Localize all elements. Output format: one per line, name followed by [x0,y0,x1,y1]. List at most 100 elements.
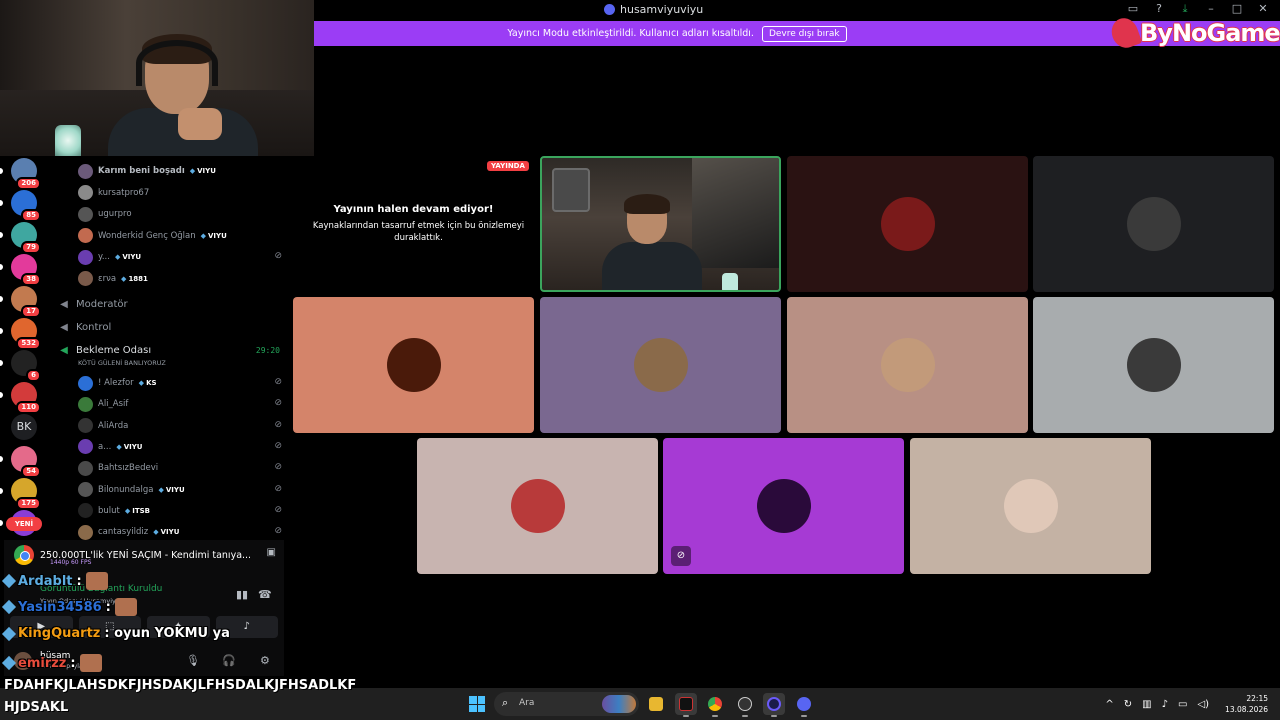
avatar [880,338,935,392]
microphone-icon[interactable]: 🎙 [186,654,200,667]
disconnect-icon[interactable]: ☎ [258,588,272,601]
taskbar-browser[interactable] [763,693,785,717]
mention-badge: 17 [21,305,41,318]
participant-tile[interactable]: ⊘ [663,438,904,574]
unread-pill [0,456,3,462]
close-icon[interactable]: ✕ [1256,2,1270,16]
server-rail: 206 85 79 38 17 532 6 110 BK 54 175 [0,156,46,540]
taskbar-app[interactable] [734,693,756,717]
help-icon[interactable]: ? [1152,2,1166,16]
participant-tile[interactable] [787,156,1028,292]
avatar[interactable] [14,652,32,670]
chrome-icon [708,697,722,711]
chevron-up-icon[interactable]: ^ [1105,699,1113,710]
participant-tile[interactable] [1033,297,1274,433]
taskbar-obs[interactable] [675,693,697,717]
speaker-icon: ◀ [60,321,68,333]
speaker-icon: ◀ [60,344,68,356]
mute-icon: ⊘ [274,419,282,430]
voice-member[interactable]: BahtsızBedevi [78,459,278,477]
voice-member[interactable]: kursatpro67 [78,184,278,202]
headphones-icon[interactable]: 🎧 [222,654,236,667]
guild-tag: ◆ VIYU [159,486,185,494]
participant-tile[interactable] [417,438,658,574]
server-icon-8[interactable]: 110 [11,382,41,414]
voice-channel[interactable]: ◀ Kontrol [58,318,282,336]
disable-streamer-mode-button[interactable]: Devre dışı bırak [761,25,847,42]
server-icon-11[interactable]: 175 [11,478,41,510]
server-icon-7[interactable]: 6 [11,350,41,382]
minimize-icon[interactable]: – [1204,2,1218,16]
voice-member[interactable]: Ali_Asif [78,395,278,413]
connection-status[interactable]: Görüntülü Bağlantı Kuruldu [40,584,162,594]
new-badge: YENİ [6,517,42,531]
avatar [78,163,93,179]
settings-gear-icon[interactable]: ⚙ [260,654,270,667]
signal-icon[interactable]: ▮▮ [236,588,248,601]
participant-tile[interactable] [293,297,534,433]
voice-member[interactable]: a... ◆ VIYU [78,438,278,456]
inbox-icon[interactable]: ▭ [1126,2,1140,16]
voice-member[interactable]: ! Alezfor ◆ KS [78,374,278,392]
server-icon-5[interactable]: 17 [11,286,41,318]
mic-tray-icon[interactable]: ♪ [1162,699,1168,710]
voice-channel-status: KÖTÜ GÜLENİ BANLIYORUZ [78,359,166,367]
unread-pill [0,168,3,174]
mention-badge: 38 [21,273,41,286]
maximize-icon[interactable]: □ [1230,2,1244,16]
stream-tile[interactable] [540,156,781,292]
avatar [510,479,565,533]
voice-member[interactable]: y... ◆ VIYU [78,248,278,266]
gem-icon: ◆ [116,442,122,451]
mention-badge: 79 [21,241,41,254]
voice-member[interactable]: cantasyildiz ◆ VIYU [78,523,278,540]
voice-channel[interactable]: ◀ Bekleme Odası 29:20 [58,341,282,359]
server-icon-3[interactable]: 79 [11,222,41,254]
volume-icon[interactable]: ◁) [1197,699,1209,710]
windows-start-icon[interactable] [469,696,485,712]
server-icon-6[interactable]: 532 [11,318,41,350]
banner-text: Yayıncı Modu etkinleştirildi. Kullanıcı … [507,28,754,39]
member-name: ! Alezfor [98,378,134,388]
member-name: AliArda [98,420,129,431]
paused-stream-tile[interactable]: Yayının halen devam ediyor! Kaynaklarınd… [293,156,534,292]
monitor-icon[interactable]: ▭ [1178,699,1187,710]
server-icon-2[interactable]: 85 [11,190,41,222]
camera-button[interactable]: ▶ [10,616,73,638]
clock[interactable]: 22:15 13.08.2026 [1225,693,1268,715]
voice-channel[interactable]: ◀ Moderatör [58,295,282,313]
voice-member[interactable]: Wonderkid Genç Oğlan ◆ VIYU [78,227,278,245]
server-icon-9[interactable]: BK [11,414,37,440]
paused-message: Kaynaklarından tasarruf etmek için bu ön… [312,221,525,243]
sync-icon[interactable]: ↻ [1124,699,1132,710]
speaker-icon: ◀ [60,298,68,310]
voice-member[interactable]: AliArda [78,417,278,435]
screen-share-button[interactable]: ⬚ [78,616,141,638]
taskbar-chrome[interactable] [704,693,726,717]
search-icon: ⌕ [502,696,509,709]
taskbar-file-explorer[interactable] [645,693,667,715]
voice-member[interactable]: ugurpro [78,205,278,223]
activities-button[interactable]: ✦ [147,616,210,638]
voice-member[interactable]: bulut ◆ ITSB [78,502,278,520]
participant-tile[interactable] [787,297,1028,433]
taskbar-discord[interactable] [793,693,815,717]
user-name[interactable]: hüsam [40,651,70,661]
participant-tile[interactable] [540,297,781,433]
voice-member[interactable]: Karım beni boşadı ◆ VIYU [78,162,278,180]
soundboard-button[interactable]: ♪ [215,616,278,638]
download-icon[interactable]: ⤓ [1178,2,1192,16]
bynogame-mark-icon [1107,14,1143,52]
stop-stream-icon[interactable]: ▣ [267,547,276,558]
participant-tile[interactable] [910,438,1151,574]
guild-tag: ◆ KS [139,379,157,387]
participant-tile[interactable] [1033,156,1274,292]
chrome-icon [14,545,34,565]
voice-member[interactable]: Bilonundalga ◆ VIYU [78,481,278,499]
server-icon-4[interactable]: 38 [11,254,41,286]
taskbar-search[interactable]: ⌕ Ara [494,692,639,716]
server-icon-1[interactable]: 206 [11,158,41,190]
voice-member[interactable]: εrνa ◆ 1881 [78,270,278,288]
server-icon-10[interactable]: 54 [11,446,41,478]
network-icon[interactable]: ▥ [1142,699,1151,710]
